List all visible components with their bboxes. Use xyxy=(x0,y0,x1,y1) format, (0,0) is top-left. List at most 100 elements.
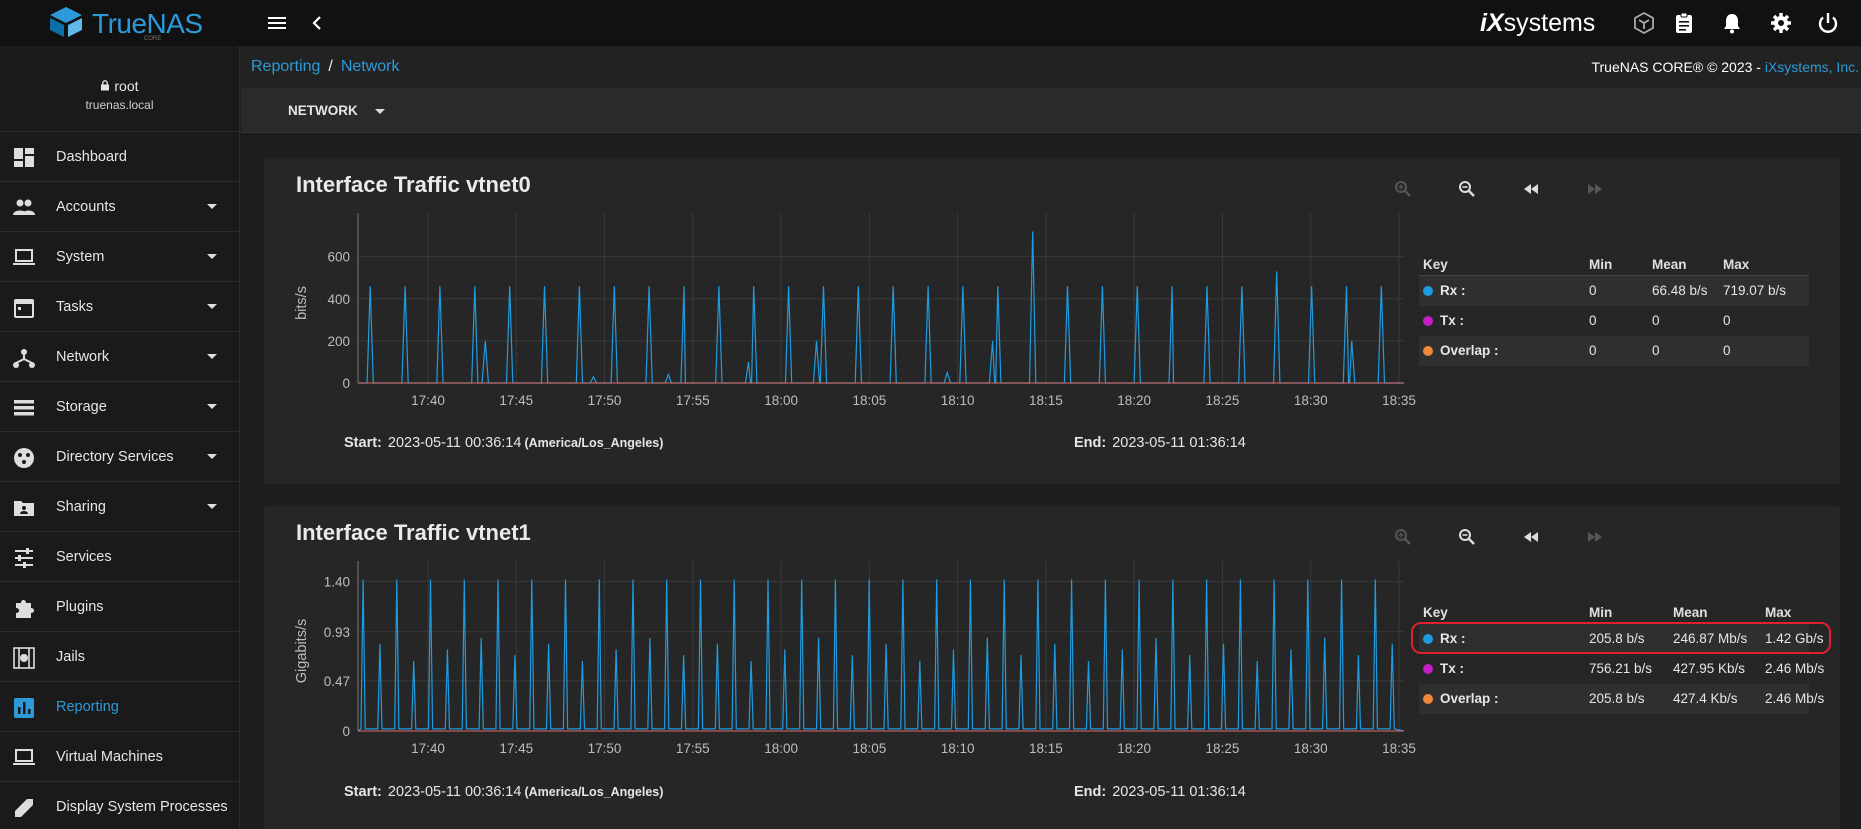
power-icon[interactable] xyxy=(1816,11,1840,35)
lock-icon xyxy=(101,80,110,91)
breadcrumb-current: Network xyxy=(340,58,400,75)
legend-header-cell: Max xyxy=(1723,257,1750,272)
range-start: Start: 2023-05-11 00:36:14 (America/Los_An… xyxy=(344,435,664,451)
legend-row: Rx :205.8 b/s 246.87 Mb/s 1.42 Gb/s xyxy=(1411,622,1831,654)
ixsystems-link[interactable]: iXsystems, Inc. xyxy=(1765,59,1859,75)
laptop-icon xyxy=(12,246,36,268)
x-tick-label: 17:40 xyxy=(411,393,445,408)
y-tick-label: 0.93 xyxy=(324,625,350,640)
network-icon xyxy=(12,346,36,368)
y-tick-label: 0 xyxy=(342,724,350,739)
sidebar-item-storage[interactable]: Storage xyxy=(0,382,239,432)
sidebar-item-label: Reporting xyxy=(56,698,119,715)
sidebar-item-label: Storage xyxy=(56,398,107,415)
report-card-vtnet0: Interface Traffic vtnet0 Start: 2023-05-11… xyxy=(264,158,1840,484)
processes-icon xyxy=(12,796,36,818)
x-tick-label: 18:30 xyxy=(1294,393,1328,408)
chevron-down-icon xyxy=(207,304,217,309)
sidebar-item-label: Jails xyxy=(56,648,86,665)
report-type-select[interactable]: NETWORK xyxy=(288,103,358,118)
card-title: Interface Traffic vtnet1 xyxy=(296,520,531,545)
x-tick-label: 17:50 xyxy=(588,393,622,408)
directory-icon xyxy=(12,446,36,468)
zoom-in-icon[interactable] xyxy=(1394,180,1412,198)
legend-mean: 66.48 b/s xyxy=(1652,283,1708,298)
chevron-down-icon[interactable] xyxy=(375,109,385,114)
user-host: truenas.local xyxy=(85,98,154,112)
menu-icon[interactable] xyxy=(265,11,289,35)
chevron-down-icon xyxy=(207,254,217,259)
sidebar-item-system[interactable]: System xyxy=(0,232,239,282)
y-tick-label: 1.40 xyxy=(324,575,350,590)
sharing-icon xyxy=(12,496,36,518)
breadcrumb-parent[interactable]: Reporting xyxy=(251,58,320,75)
sidebar-nav: Dashboard Accounts System Tasks Network Stora… xyxy=(0,132,239,829)
legend-header: Key Min Mean Max xyxy=(1419,256,1809,276)
rewind-icon[interactable] xyxy=(1522,528,1540,546)
breadcrumb-separator: / xyxy=(328,58,333,75)
sidebar-item-label: Dashboard xyxy=(56,148,127,165)
truenas-logo[interactable]: TrueNAS CORE xyxy=(48,6,203,42)
dashboard-icon xyxy=(12,146,36,168)
card-title: Interface Traffic vtnet0 xyxy=(296,172,531,197)
chevron-down-icon xyxy=(207,404,217,409)
copyright: TrueNAS CORE® © 2023 - iXsystems, Inc. xyxy=(1591,59,1859,75)
fast-forward-icon[interactable] xyxy=(1586,528,1604,546)
bell-icon[interactable] xyxy=(1720,11,1744,35)
report-toolbar: NETWORK xyxy=(241,88,1861,135)
x-tick-label: 18:05 xyxy=(852,741,886,756)
tune-icon xyxy=(12,546,36,568)
legend-min: 0 xyxy=(1589,283,1597,298)
y-axis-label: bits/s xyxy=(294,286,310,320)
legend-header-cell: Mean xyxy=(1652,257,1687,272)
sidebar-item-services[interactable]: Services xyxy=(0,532,239,582)
zoom-out-icon[interactable] xyxy=(1458,528,1476,546)
x-tick-label: 18:05 xyxy=(852,393,886,408)
sidebar-item-network[interactable]: Network xyxy=(0,332,239,382)
x-tick-label: 18:35 xyxy=(1382,393,1416,408)
truenas-logo-icon xyxy=(50,7,82,37)
sidebar-item-label: Directory Services xyxy=(56,448,174,465)
x-tick-label: 17:45 xyxy=(499,741,533,756)
fast-forward-icon[interactable] xyxy=(1586,180,1604,198)
x-tick-label: 17:55 xyxy=(676,393,710,408)
x-tick-label: 18:10 xyxy=(941,393,975,408)
legend-header-cell: Min xyxy=(1589,605,1613,620)
task-manager-icon[interactable] xyxy=(1672,11,1696,35)
zoom-in-icon[interactable] xyxy=(1394,528,1412,546)
x-tick-label: 18:20 xyxy=(1117,741,1151,756)
sidebar-item-plugins[interactable]: Plugins xyxy=(0,582,239,632)
y-tick-label: 600 xyxy=(327,250,350,265)
sidebar-item-tasks[interactable]: Tasks xyxy=(0,282,239,332)
x-tick-label: 18:00 xyxy=(764,393,798,408)
series-rx-line xyxy=(358,231,1404,384)
y-tick-label: 0 xyxy=(342,376,350,391)
x-tick-label: 17:40 xyxy=(411,741,445,756)
legend-max: 2.46 Mb/s xyxy=(1765,691,1825,706)
rewind-icon[interactable] xyxy=(1522,180,1540,198)
zoom-out-icon[interactable] xyxy=(1458,180,1476,198)
legend-max: 2.46 Mb/s xyxy=(1765,661,1825,676)
gear-icon[interactable] xyxy=(1769,11,1793,35)
traffic-chart: 0 200 400 600 17:40 17:45 17:50 17:55 18:00 18:05… xyxy=(294,213,1416,408)
truecommand-icon[interactable] xyxy=(1632,11,1656,35)
sidebar-item-sharing[interactable]: Sharing xyxy=(0,482,239,532)
sidebar-item-virtual-machines[interactable]: Virtual Machines xyxy=(0,732,239,782)
sidebar-item-display-system-processes[interactable]: Display System Processes xyxy=(0,782,239,829)
ixsystems-logo[interactable]: iXsystems xyxy=(1480,9,1595,38)
x-tick-label: 17:45 xyxy=(499,393,533,408)
collapse-left-icon[interactable] xyxy=(305,11,329,35)
sidebar-item-dashboard[interactable]: Dashboard xyxy=(0,132,239,182)
legend-min: 205.8 b/s xyxy=(1589,691,1645,706)
calendar-icon xyxy=(12,296,36,318)
sidebar-item-label: Services xyxy=(56,548,112,565)
sidebar-item-accounts[interactable]: Accounts xyxy=(0,182,239,232)
sidebar-item-jails[interactable]: Jails xyxy=(0,632,239,682)
sidebar-item-reporting[interactable]: Reporting xyxy=(0,682,239,732)
sidebar-item-directory-services[interactable]: Directory Services xyxy=(0,432,239,482)
sidebar-item-label: Network xyxy=(56,348,110,365)
legend-max: 719.07 b/s xyxy=(1723,283,1787,298)
range-end: End: 2023-05-11 01:36:14 xyxy=(1074,784,1246,800)
puzzle-icon xyxy=(12,596,36,618)
sidebar-item-label: System xyxy=(56,248,105,265)
